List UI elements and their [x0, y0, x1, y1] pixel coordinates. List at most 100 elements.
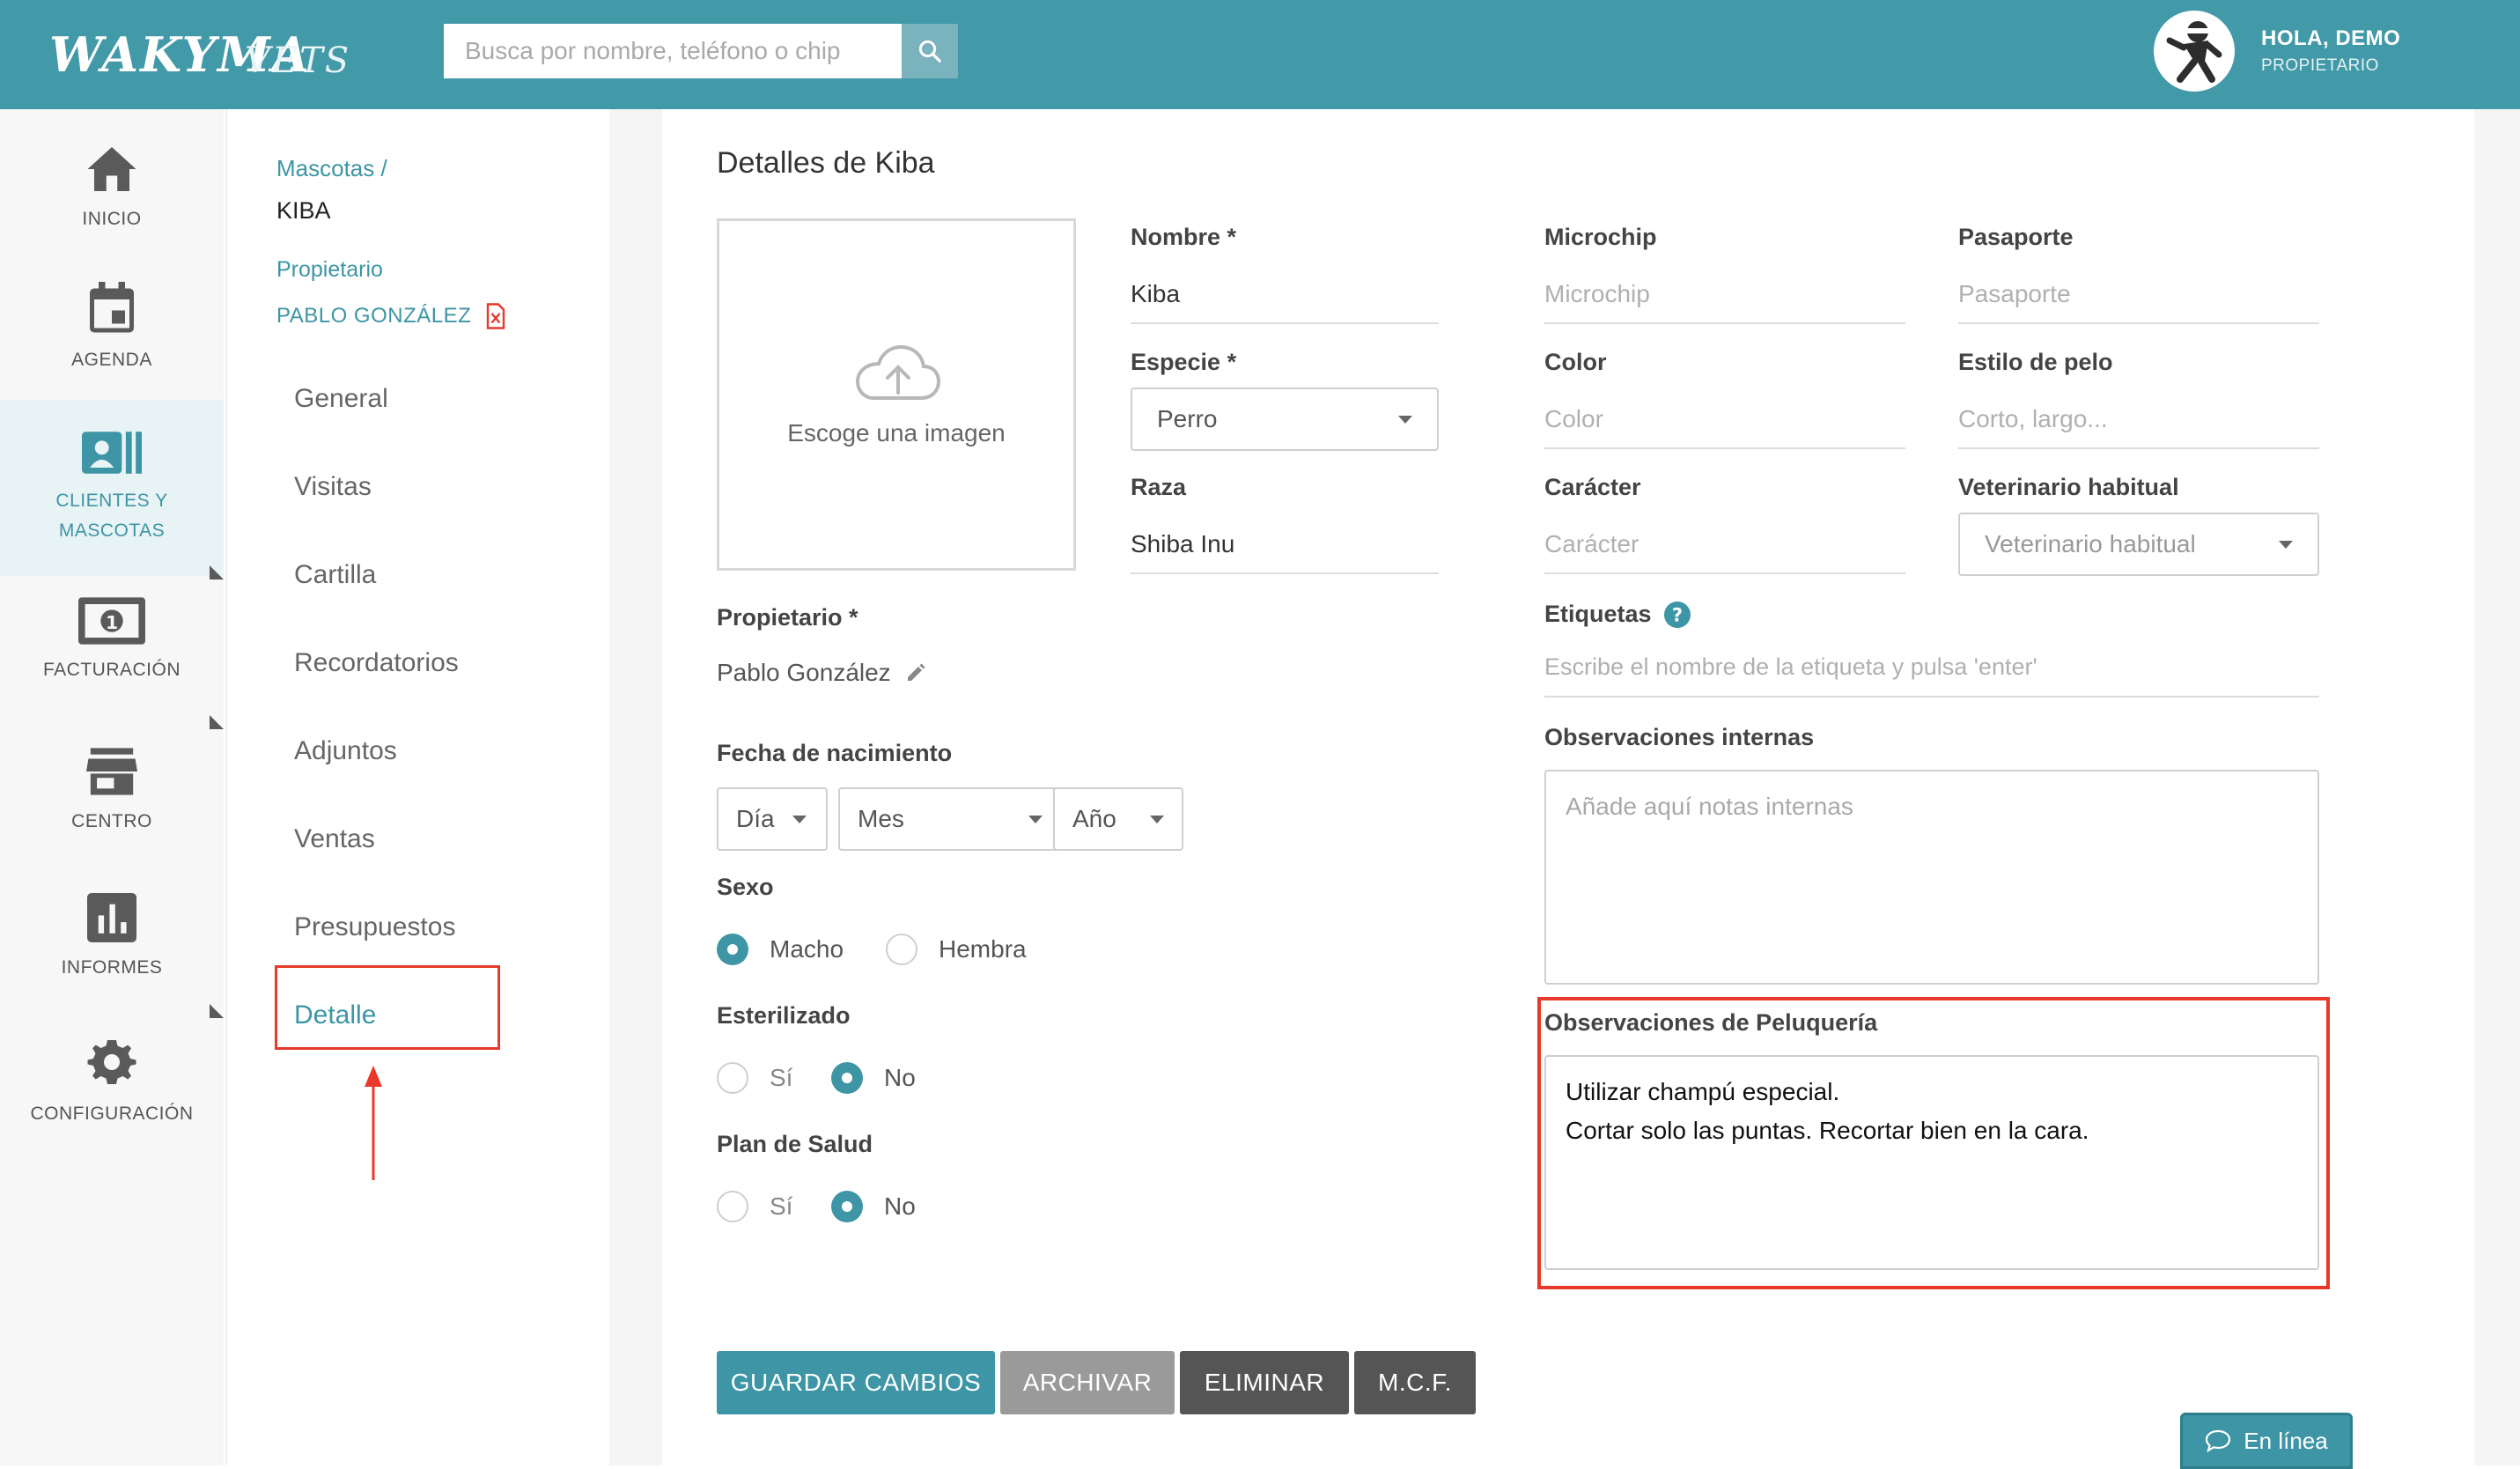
plan-salud-si-label: Sí [770, 1192, 793, 1220]
edit-pencil-icon[interactable] [905, 662, 926, 683]
top-bar [0, 0, 2520, 109]
color-field[interactable]: Color [1544, 405, 1603, 433]
online-chat-button[interactable]: En línea [2180, 1413, 2353, 1469]
nav-facturacion[interactable]: 1 FACTURACIÓN [0, 597, 224, 712]
raza-label: Raza [1131, 474, 1187, 500]
avatar[interactable] [2154, 11, 2235, 92]
propietario-field[interactable]: Pablo González [717, 659, 926, 687]
subnav-recordatorios[interactable]: Recordatorios [294, 648, 459, 678]
nombre-field[interactable]: Kiba [1131, 280, 1180, 308]
pasaporte-label: Pasaporte [1958, 224, 2074, 250]
fecha-nacimiento-label: Fecha de nacimiento [717, 740, 953, 766]
money-icon: 1 [78, 597, 145, 645]
nav-label-facturacion: FACTURACIÓN [42, 660, 181, 680]
etiquetas-input[interactable]: Escribe el nombre de la etiqueta y pulsa… [1544, 653, 2037, 681]
caracter-field[interactable]: Carácter [1544, 530, 1639, 558]
home-icon [87, 147, 136, 191]
help-icon[interactable]: ? [1663, 601, 1691, 628]
chevron-down-icon [1150, 815, 1164, 823]
esterilizado-no-radio[interactable] [831, 1062, 863, 1094]
submenu-arrow-icon [210, 715, 224, 729]
pasaporte-underline [1958, 322, 2319, 324]
esterilizado-si-radio[interactable] [717, 1062, 748, 1094]
highlight-box-peluqueria [1537, 997, 2330, 1289]
nav-label-informes: INFORMES [61, 957, 163, 978]
especie-label: Especie * [1131, 349, 1237, 375]
plan-salud-si-radio[interactable] [717, 1191, 748, 1222]
veterinario-value: Veterinario habitual [1985, 530, 2196, 557]
esterilizado-no-label: No [884, 1064, 916, 1091]
mes-select[interactable]: Mes [838, 787, 1062, 851]
veterinario-label: Veterinario habitual [1958, 474, 2179, 500]
nav-agenda[interactable]: AGENDA [0, 282, 224, 396]
esterilizado-label: Esterilizado [717, 1002, 851, 1029]
page-title: Detalles de Kiba [717, 146, 935, 180]
delete-button[interactable]: ELIMINAR [1180, 1351, 1349, 1414]
propietario-label: Propietario * [717, 604, 858, 631]
etiquetas-underline [1544, 696, 2319, 698]
estilo-pelo-field[interactable]: Corto, largo... [1958, 405, 2108, 433]
nav-label-clientes-1: CLIENTES Y [55, 491, 168, 511]
subnav-visitas[interactable]: Visitas [294, 472, 372, 502]
mes-value: Mes [858, 805, 904, 832]
subnav-ventas[interactable]: Ventas [294, 824, 375, 854]
svg-text:?: ? [1671, 604, 1682, 625]
veterinario-select[interactable]: Veterinario habitual [1958, 513, 2319, 576]
nav-centro[interactable]: CENTRO [0, 747, 224, 861]
plan-salud-no-radio[interactable] [831, 1191, 863, 1222]
color-underline [1544, 447, 1905, 449]
especie-value: Perro [1157, 405, 1218, 432]
raza-underline [1131, 572, 1439, 574]
nombre-underline [1131, 322, 1439, 324]
store-icon [86, 748, 137, 795]
ninja-avatar-icon [2166, 21, 2222, 83]
nav-label-centro: CENTRO [71, 811, 152, 831]
obs-internas-textarea[interactable] [1544, 770, 2319, 985]
esterilizado-si-label: Sí [770, 1064, 793, 1091]
especie-select[interactable]: Perro [1131, 388, 1439, 451]
svg-text:1: 1 [106, 612, 118, 633]
main-nav: INICIO AGENDA CLIENTES Y MASCOTAS 1 FACT… [0, 109, 224, 1465]
chevron-down-icon [1028, 815, 1043, 823]
archive-button[interactable]: ARCHIVAR [1000, 1351, 1175, 1414]
owner-name[interactable]: PABLO GONZÁLEZ [276, 304, 471, 328]
subnav-cartilla[interactable]: Cartilla [294, 560, 376, 590]
breadcrumb-mascotas[interactable]: Mascotas / [276, 155, 387, 182]
subnav-general[interactable]: General [294, 384, 388, 414]
sexo-macho-label: Macho [770, 935, 844, 963]
subnav-presupuestos[interactable]: Presupuestos [294, 912, 455, 942]
subnav-adjuntos[interactable]: Adjuntos [294, 736, 397, 766]
raza-field[interactable]: Shiba Inu [1131, 530, 1234, 558]
nav-informes[interactable]: INFORMES [0, 893, 224, 1008]
nav-label-inicio: INICIO [82, 209, 142, 229]
save-button[interactable]: GUARDAR CAMBIOS [717, 1351, 995, 1414]
etiquetas-label: Etiquetas [1544, 601, 1652, 627]
submenu-arrow-icon [210, 565, 224, 579]
image-upload-label: Escoge una imagen [787, 419, 1006, 447]
search-button[interactable] [902, 24, 958, 78]
anio-select[interactable]: Año [1053, 787, 1183, 851]
pasaporte-field[interactable]: Pasaporte [1958, 280, 2071, 308]
sexo-hembra-label: Hembra [939, 935, 1027, 963]
nav-inicio[interactable]: INICIO [0, 144, 224, 259]
user-greeting[interactable]: HOLA, DEMO [2261, 26, 2400, 51]
owner-link[interactable]: PABLO GONZÁLEZ [276, 303, 506, 329]
mcf-button[interactable]: M.C.F. [1354, 1351, 1476, 1414]
annotation-arrow-icon [365, 1066, 382, 1180]
microchip-label: Microchip [1544, 224, 1657, 250]
calendar-icon [90, 282, 134, 333]
search-input[interactable] [444, 24, 902, 78]
dia-select[interactable]: Día [717, 787, 828, 851]
unlink-icon[interactable] [485, 303, 506, 329]
owner-label: Propietario [276, 257, 383, 282]
microchip-field[interactable]: Microchip [1544, 280, 1650, 308]
sexo-hembra-radio[interactable] [886, 934, 917, 965]
online-chat-label: En línea [2244, 1427, 2328, 1454]
nav-configuracion[interactable]: CONFIGURACIÓN [0, 1036, 224, 1150]
submenu-arrow-icon [210, 1004, 224, 1018]
nav-clientes-mascotas[interactable]: CLIENTES Y MASCOTAS [0, 400, 224, 576]
dia-value: Día [736, 805, 775, 832]
image-upload[interactable]: Escoge una imagen [717, 218, 1076, 571]
obs-internas-label: Observaciones internas [1544, 724, 1815, 750]
sexo-macho-radio[interactable] [717, 934, 748, 965]
